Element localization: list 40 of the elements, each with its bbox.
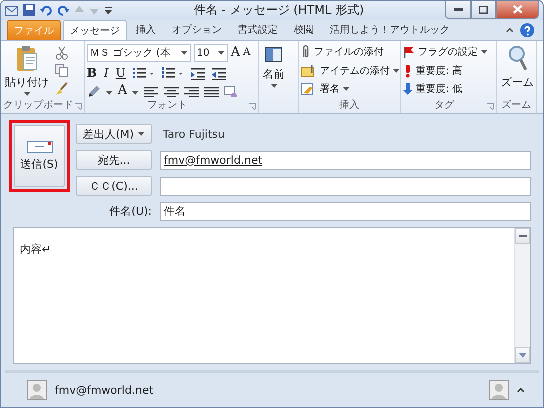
group-label: ズーム bbox=[500, 99, 532, 112]
italic-button[interactable]: I bbox=[104, 66, 109, 80]
subject-label: 件名(U): bbox=[108, 204, 152, 220]
font-name-field[interactable]: ＭＳ ゴシック (本 bbox=[87, 44, 191, 62]
ribbon-tab[interactable]: メッセージ bbox=[63, 20, 127, 40]
grow-font-button[interactable]: A bbox=[231, 46, 240, 60]
group-label: タグ bbox=[434, 99, 456, 112]
body-text: 内容↵ bbox=[19, 242, 52, 258]
ribbon-tab[interactable]: 挿入 bbox=[129, 20, 163, 40]
font-size-field[interactable]: 10 bbox=[194, 44, 228, 62]
group-label: フォント bbox=[146, 99, 188, 112]
send-button[interactable]: 送信(S) bbox=[14, 125, 65, 188]
message-body[interactable]: 内容↵ bbox=[13, 227, 531, 364]
window-title: 件名 - メッセージ (HTML 形式) bbox=[192, 2, 366, 20]
ribbon-menu-item[interactable]: 重要度: 高 bbox=[403, 62, 463, 79]
cc-button[interactable]: ＣＣ(C)... bbox=[76, 176, 152, 196]
group-label: クリップボード bbox=[3, 98, 74, 112]
ribbon-menu-item[interactable]: アイテムの添付 bbox=[301, 62, 400, 79]
ribbon-tab[interactable]: 活用しよう！アウトルック bbox=[323, 20, 457, 40]
paste-button[interactable]: 貼り付け bbox=[3, 44, 51, 98]
ribbon-menu-item[interactable]: フラグの設定 bbox=[403, 44, 488, 60]
ribbon-menu-item[interactable]: 重要度: 低 bbox=[403, 80, 463, 98]
from-button[interactable]: 差出人(M) bbox=[76, 124, 152, 144]
subject-field[interactable]: 件名 bbox=[160, 202, 531, 222]
bold-button[interactable]: B bbox=[87, 66, 98, 80]
ribbon-menu-item[interactable]: 署名 bbox=[301, 80, 350, 98]
ribbon-tab[interactable]: 書式設定 bbox=[231, 20, 285, 40]
zoom-button[interactable]: ズーム bbox=[499, 44, 536, 98]
sender-name: Taro Fujitsu bbox=[162, 128, 225, 141]
to-field[interactable]: fmv@fmworld.net bbox=[160, 150, 531, 170]
underline-button[interactable]: U bbox=[116, 66, 126, 80]
ribbon-tab[interactable]: 校閲 bbox=[287, 20, 321, 40]
group-label: 挿入 bbox=[338, 98, 360, 112]
shrink-font-button[interactable]: A bbox=[243, 46, 251, 60]
names-button[interactable]: 名前 bbox=[261, 44, 287, 114]
contact-name: fmv@fmworld.net bbox=[55, 384, 155, 397]
ribbon-menu-item[interactable]: ファイルの添付 bbox=[301, 44, 384, 60]
ribbon-tab[interactable]: オプション bbox=[165, 20, 229, 40]
to-button[interactable]: 宛先... bbox=[76, 150, 152, 170]
font-color-button[interactable]: A bbox=[118, 84, 128, 98]
